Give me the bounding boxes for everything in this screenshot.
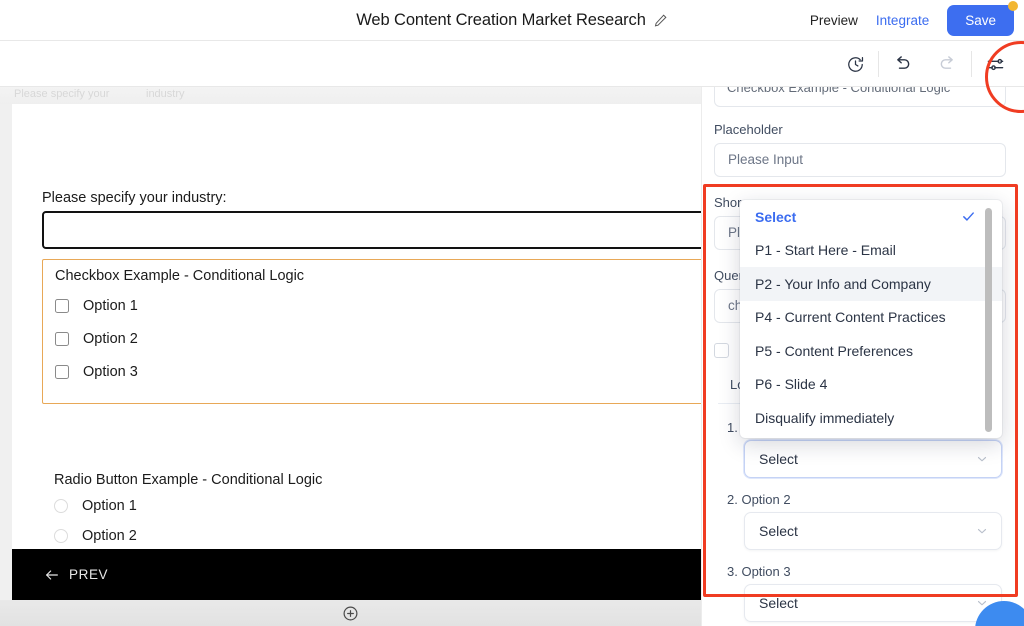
logic-item-1-select[interactable]: Select	[744, 440, 1002, 478]
dropdown-scrollbar-thumb[interactable]	[985, 208, 992, 432]
radio-option-label: Option 2	[82, 528, 137, 544]
page-title: Web Content Creation Market Research	[356, 11, 646, 29]
logic-item-3-text: Option 3	[741, 564, 791, 579]
top-header-bar: Web Content Creation Market Research Pre…	[0, 0, 1024, 41]
radio-option-1[interactable]: Option 1	[54, 498, 137, 514]
form-canvas: Please specify your industry Please spec…	[0, 87, 701, 626]
dropdown-option-label: P5 - Content Preferences	[755, 342, 913, 359]
prev-button[interactable]: PREV	[44, 567, 108, 583]
chevron-down-icon	[975, 452, 989, 466]
integrate-button[interactable]: Integrate	[876, 13, 929, 28]
preview-button[interactable]: Preview	[810, 13, 858, 28]
checkbox-option-label: Option 1	[83, 298, 138, 314]
toolbar-button-group	[832, 41, 1018, 87]
radio-icon[interactable]	[54, 499, 68, 513]
short-label-label: Shor	[714, 195, 742, 210]
arrow-left-icon	[44, 567, 60, 583]
save-unsaved-badge	[1008, 1, 1018, 11]
dropdown-option-p2[interactable]: P2 - Your Info and Company	[740, 267, 1002, 301]
dropdown-option-label: Select	[755, 208, 797, 225]
radio-option-label: Option 1	[82, 498, 137, 514]
sliders-settings-icon[interactable]	[972, 41, 1018, 87]
dropdown-option-disqualify[interactable]: Disqualify immediately	[740, 401, 1002, 435]
save-button-label: Save	[965, 13, 996, 28]
history-clock-icon[interactable]	[832, 41, 878, 87]
dropdown-option-label: P2 - Your Info and Company	[755, 275, 931, 292]
placeholder-input[interactable]: Please Input	[714, 143, 1006, 177]
dropdown-option-p4[interactable]: P4 - Current Content Practices	[740, 301, 1002, 335]
checkbox-icon[interactable]	[55, 365, 69, 379]
logic-item-3-label: 3. Option 3	[727, 564, 791, 579]
dropdown-scrollbar-track[interactable]	[985, 204, 997, 434]
header-actions: Preview Integrate Save	[810, 0, 1018, 41]
query-label: Quer	[714, 268, 743, 283]
question-label: Please specify your industry:	[42, 190, 227, 206]
dropdown-option-p5[interactable]: P5 - Content Preferences	[740, 334, 1002, 368]
save-button[interactable]: Save	[947, 1, 1018, 36]
checkbox-option-label: Option 2	[83, 331, 138, 347]
logic-item-2-num: 2.	[727, 492, 738, 507]
checkbox-option-2[interactable]: Option 2	[55, 331, 138, 347]
checkbox-group-title: Checkbox Example - Conditional Logic	[55, 268, 305, 284]
editor-toolbar	[0, 41, 1024, 87]
checkbox-group-block[interactable]: Checkbox Example - Conditional Logic Opt…	[42, 259, 701, 404]
checkbox-option-3[interactable]: Option 3	[55, 364, 138, 380]
question-title-field[interactable]: Checkbox Example - Conditional Logic	[714, 87, 1006, 107]
logic-item-2-text: Option 2	[741, 492, 791, 507]
checkbox-option-1[interactable]: Option 1	[55, 298, 138, 314]
radio-group-title: Radio Button Example - Conditional Logic	[54, 472, 323, 488]
chevron-down-icon	[975, 524, 989, 538]
dropdown-option-label: P6 - Slide 4	[755, 376, 828, 393]
form-preview-card: Please specify your industry: Checkbox E…	[12, 104, 701, 576]
logic-item-2-select[interactable]: Select	[744, 512, 1002, 550]
industry-text-input[interactable]	[42, 211, 701, 249]
dropdown-option-label: Disqualify immediately	[755, 409, 895, 426]
dropdown-option-p6[interactable]: P6 - Slide 4	[740, 368, 1002, 402]
logic-item-3-num: 3.	[727, 564, 738, 579]
canvas-scroll-ghost-row: Please specify your industry	[0, 87, 701, 104]
radio-option-2[interactable]: Option 2	[54, 528, 137, 544]
placeholder-label: Placeholder	[714, 122, 783, 137]
canvas-bottom-strip	[0, 600, 701, 626]
pencil-icon[interactable]	[653, 13, 668, 28]
logic-item-2-label: 2. Option 2	[727, 492, 791, 507]
checkbox-icon[interactable]	[55, 299, 69, 313]
undo-icon[interactable]	[879, 41, 925, 87]
redo-icon[interactable]	[925, 41, 971, 87]
question-title-value: Checkbox Example - Conditional Logic	[727, 87, 951, 95]
placeholder-input-value: Please Input	[728, 152, 804, 167]
logic-item-1-select-value: Select	[759, 451, 798, 467]
dropdown-option-p1[interactable]: P1 - Start Here - Email	[740, 234, 1002, 268]
page-target-dropdown-menu[interactable]: Select P1 - Start Here - Email P2 - Your…	[740, 200, 1002, 438]
checkbox-icon[interactable]	[55, 332, 69, 346]
checkbox-option-label: Option 3	[83, 364, 138, 380]
ghost-text-left: Please specify your	[14, 88, 110, 100]
app-root: Web Content Creation Market Research Pre…	[0, 0, 1024, 626]
form-footer-bar: PREV	[12, 549, 701, 600]
logic-item-3-select-value: Select	[759, 595, 798, 611]
dropdown-option-select[interactable]: Select	[740, 200, 1002, 234]
logic-item-2-select-value: Select	[759, 523, 798, 539]
logic-item-3-select[interactable]: Select	[744, 584, 1002, 622]
ghost-text-right: industry	[146, 88, 185, 100]
dropdown-option-label: P1 - Start Here - Email	[755, 242, 896, 259]
check-icon	[961, 209, 976, 224]
radio-icon[interactable]	[54, 529, 68, 543]
checkbox-icon[interactable]	[714, 343, 729, 358]
dropdown-option-label: P4 - Current Content Practices	[755, 309, 946, 326]
prev-button-label: PREV	[69, 567, 109, 582]
logic-item-1-num: 1.	[727, 420, 738, 435]
plus-circle-icon[interactable]	[342, 605, 359, 622]
